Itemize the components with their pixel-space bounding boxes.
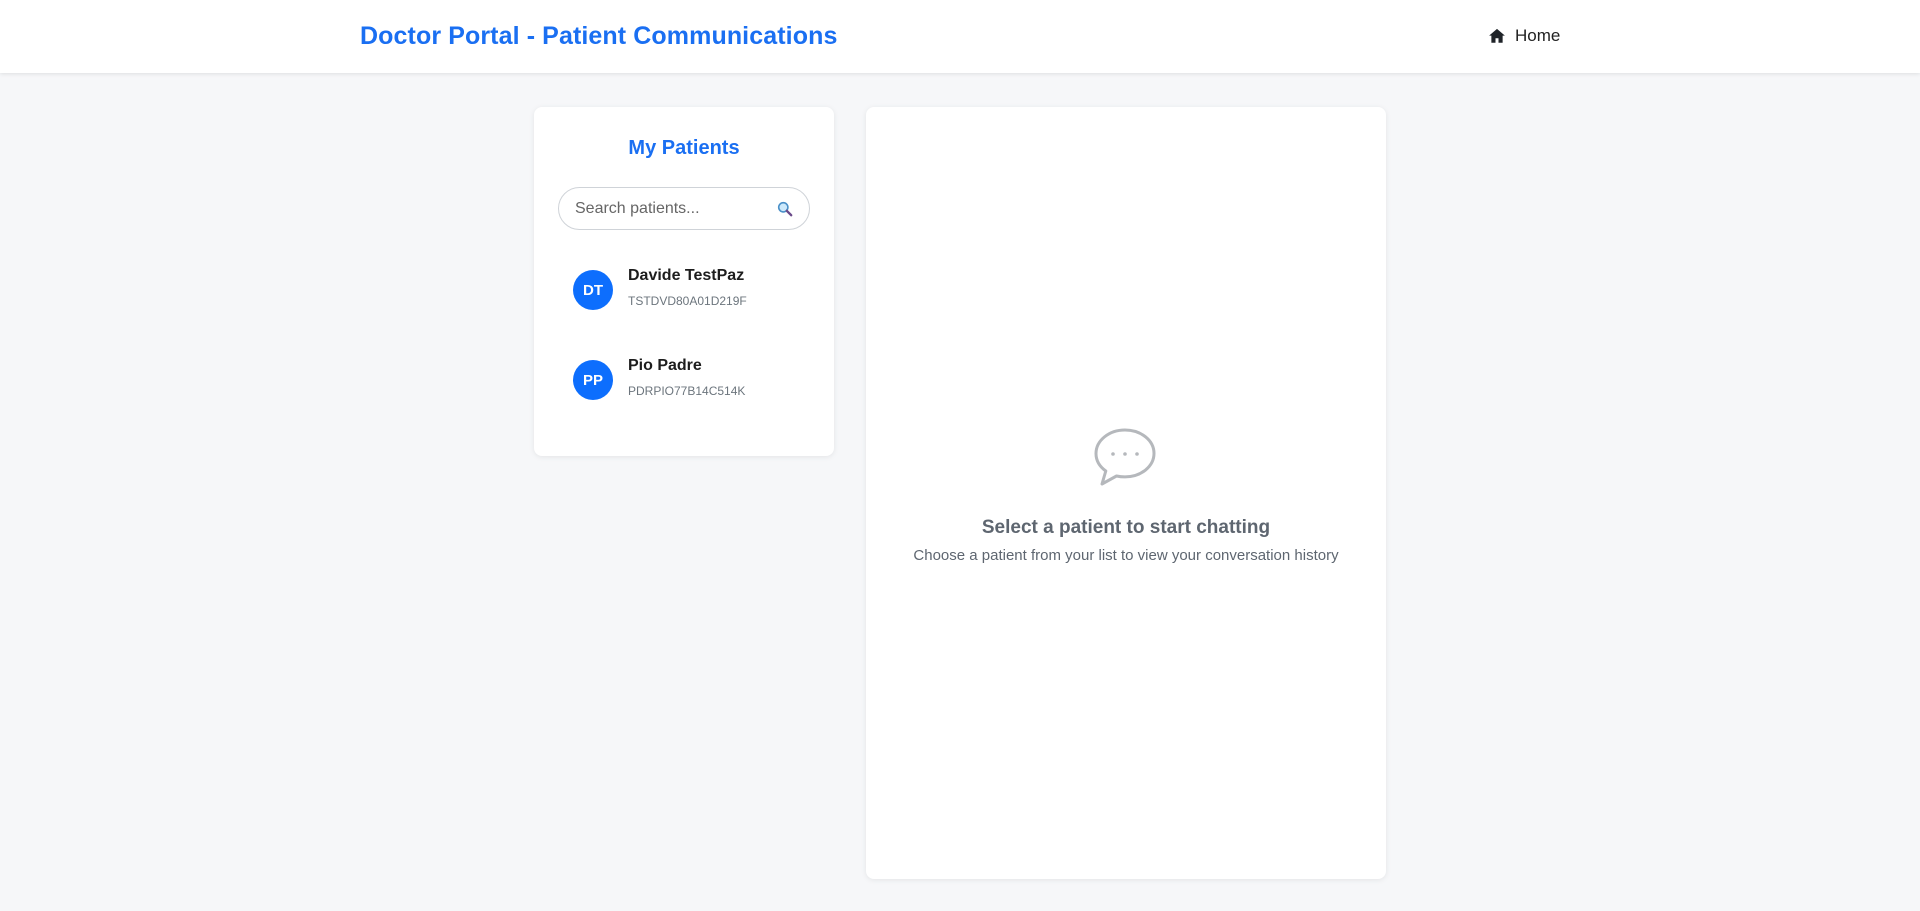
search-box: [558, 187, 810, 230]
patient-name: Davide TestPaz: [628, 267, 745, 284]
patients-panel-title: My Patients: [628, 137, 740, 159]
patient-list-item[interactable]: DT Davide TestPaz TSTDVD80A01D219F: [558, 257, 810, 321]
home-link-label: Home: [1515, 26, 1561, 45]
avatar: PP: [573, 360, 613, 400]
avatar: DT: [573, 270, 613, 310]
search-input[interactable]: [575, 188, 765, 229]
page-title[interactable]: Doctor Portal - Patient Communications: [360, 22, 837, 51]
home-icon: [1488, 27, 1506, 45]
top-navbar: Doctor Portal - Patient Communications H…: [0, 0, 1920, 73]
chat-panel: Select a patient to start chatting Choos…: [866, 107, 1386, 879]
patient-code: TSTDVD80A01D219F: [628, 294, 747, 308]
home-link[interactable]: Home: [1488, 26, 1560, 46]
patients-panel: My Patients DT Davide TestPaz TSTDVD80A0…: [534, 107, 834, 456]
patient-code: PDRPIO77B14C514K: [628, 384, 746, 398]
empty-state-title: Select a patient to start chatting: [981, 517, 1271, 538]
search-icon[interactable]: [777, 201, 793, 217]
patient-name: Pio Padre: [628, 357, 702, 374]
patient-list-item[interactable]: PP Pio Padre PDRPIO77B14C514K: [558, 347, 810, 411]
empty-state-subtitle: Choose a patient from your list to view …: [913, 547, 1339, 564]
chat-bubble-icon: [1092, 427, 1158, 487]
